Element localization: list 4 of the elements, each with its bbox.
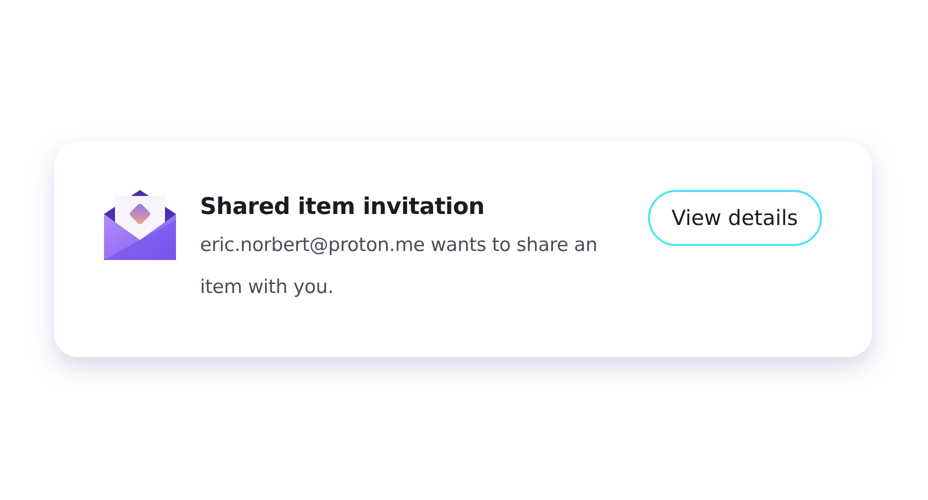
notification-message: eric.norbert@proton.me wants to share an item with you. <box>200 233 598 300</box>
notification-title: Shared item invitation <box>200 193 486 222</box>
envelope-icon <box>104 190 176 262</box>
view-details-button[interactable]: View details <box>648 190 822 246</box>
